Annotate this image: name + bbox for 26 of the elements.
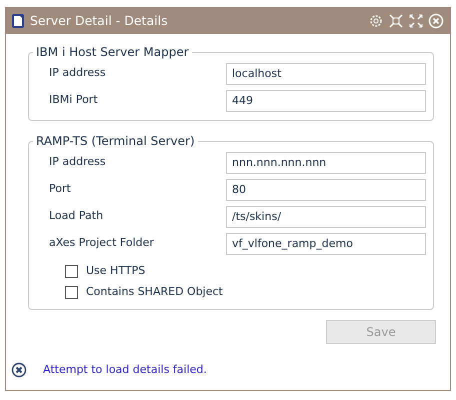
- collapse-icon[interactable]: [388, 13, 404, 29]
- group-title: IBM i Host Server Mapper: [35, 46, 190, 58]
- checkbox-label: Use HTTPS: [86, 263, 146, 280]
- input-field[interactable]: 80: [226, 178, 426, 200]
- field-label: IP address: [49, 65, 107, 82]
- expand-icon[interactable]: [408, 13, 424, 29]
- error-message: Attempt to load details failed.: [43, 362, 207, 378]
- close-icon[interactable]: [428, 13, 444, 29]
- error-icon: [11, 362, 27, 378]
- checkbox-label: Contains SHARED Object: [86, 284, 223, 300]
- field-label: Port: [49, 181, 72, 198]
- settings-icon[interactable]: [368, 13, 384, 29]
- input-field[interactable]: 449: [226, 90, 426, 112]
- input-field[interactable]: nnn.nnn.nnn.nnn: [226, 152, 426, 174]
- document-icon: [10, 13, 26, 29]
- field-label: IP address: [49, 154, 107, 170]
- input-field[interactable]: localhost: [226, 62, 426, 84]
- input-field[interactable]: vf_vlfone_ramp_demo: [226, 232, 426, 254]
- field-label: IBMi Port: [49, 92, 99, 108]
- group-title: RAMP-TS (Terminal Server): [35, 135, 196, 147]
- field-label: aXes Project Folder: [49, 235, 155, 252]
- checkbox[interactable]: [65, 286, 78, 299]
- window-title: Server Detail - Details: [30, 12, 168, 30]
- field-label: Load Path: [49, 208, 104, 224]
- input-field[interactable]: /ts/skins/: [226, 206, 426, 228]
- checkbox[interactable]: [65, 265, 78, 278]
